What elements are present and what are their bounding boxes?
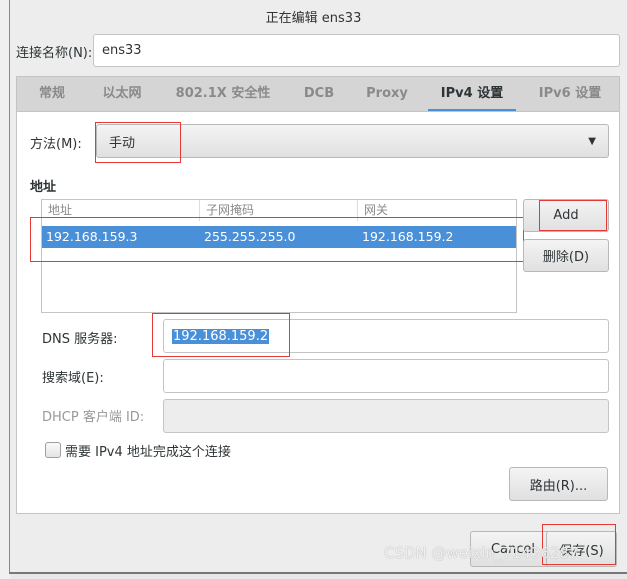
tab-8021x-security[interactable]: 802.1X 安全性 — [167, 77, 279, 112]
routes-button[interactable]: 路由(R)... — [509, 467, 608, 501]
tab-proxy[interactable]: Proxy — [357, 77, 417, 112]
require-ipv4-checkbox[interactable] — [45, 442, 61, 458]
tab-general[interactable]: 常规 — [27, 77, 77, 112]
tab-dcb[interactable]: DCB — [291, 77, 347, 112]
search-domain-input[interactable] — [163, 359, 609, 393]
tab-bar: 常规 以太网 802.1X 安全性 DCB Proxy IPv4 设置 IPv6… — [16, 76, 620, 112]
annotation-box — [30, 217, 524, 262]
dhcp-client-id-input — [163, 399, 609, 433]
connection-name-label: 连接名称(N): — [16, 46, 93, 61]
connection-name-value: ens33 — [102, 43, 142, 58]
require-ipv4-label[interactable]: 需要 IPv4 地址完成这个连接 — [65, 441, 231, 460]
tab-ipv4-settings[interactable]: IPv4 设置 — [428, 77, 516, 112]
method-label: 方法(M): — [30, 137, 82, 152]
delete-address-button[interactable]: 删除(D) — [523, 239, 609, 272]
dns-label: DNS 服务器: — [42, 332, 118, 347]
annotation-box — [152, 313, 290, 357]
annotation-box — [95, 122, 181, 163]
dhcp-client-id-label: DHCP 客户端 ID: — [42, 410, 145, 425]
annotation-box — [539, 200, 607, 231]
tab-ethernet[interactable]: 以太网 — [89, 77, 155, 112]
tab-ipv6-settings[interactable]: IPv6 设置 — [526, 77, 614, 112]
watermark: CSDN @weixin_71436287 — [384, 544, 579, 562]
search-domain-label: 搜索域(E): — [42, 371, 104, 386]
connection-name-input[interactable]: ens33 — [93, 34, 620, 67]
address-section-title: 地址 — [30, 180, 57, 195]
dropdown-arrow-icon: ▼ — [588, 135, 596, 147]
dialog-title: 正在编辑 ens33 — [265, 11, 362, 26]
